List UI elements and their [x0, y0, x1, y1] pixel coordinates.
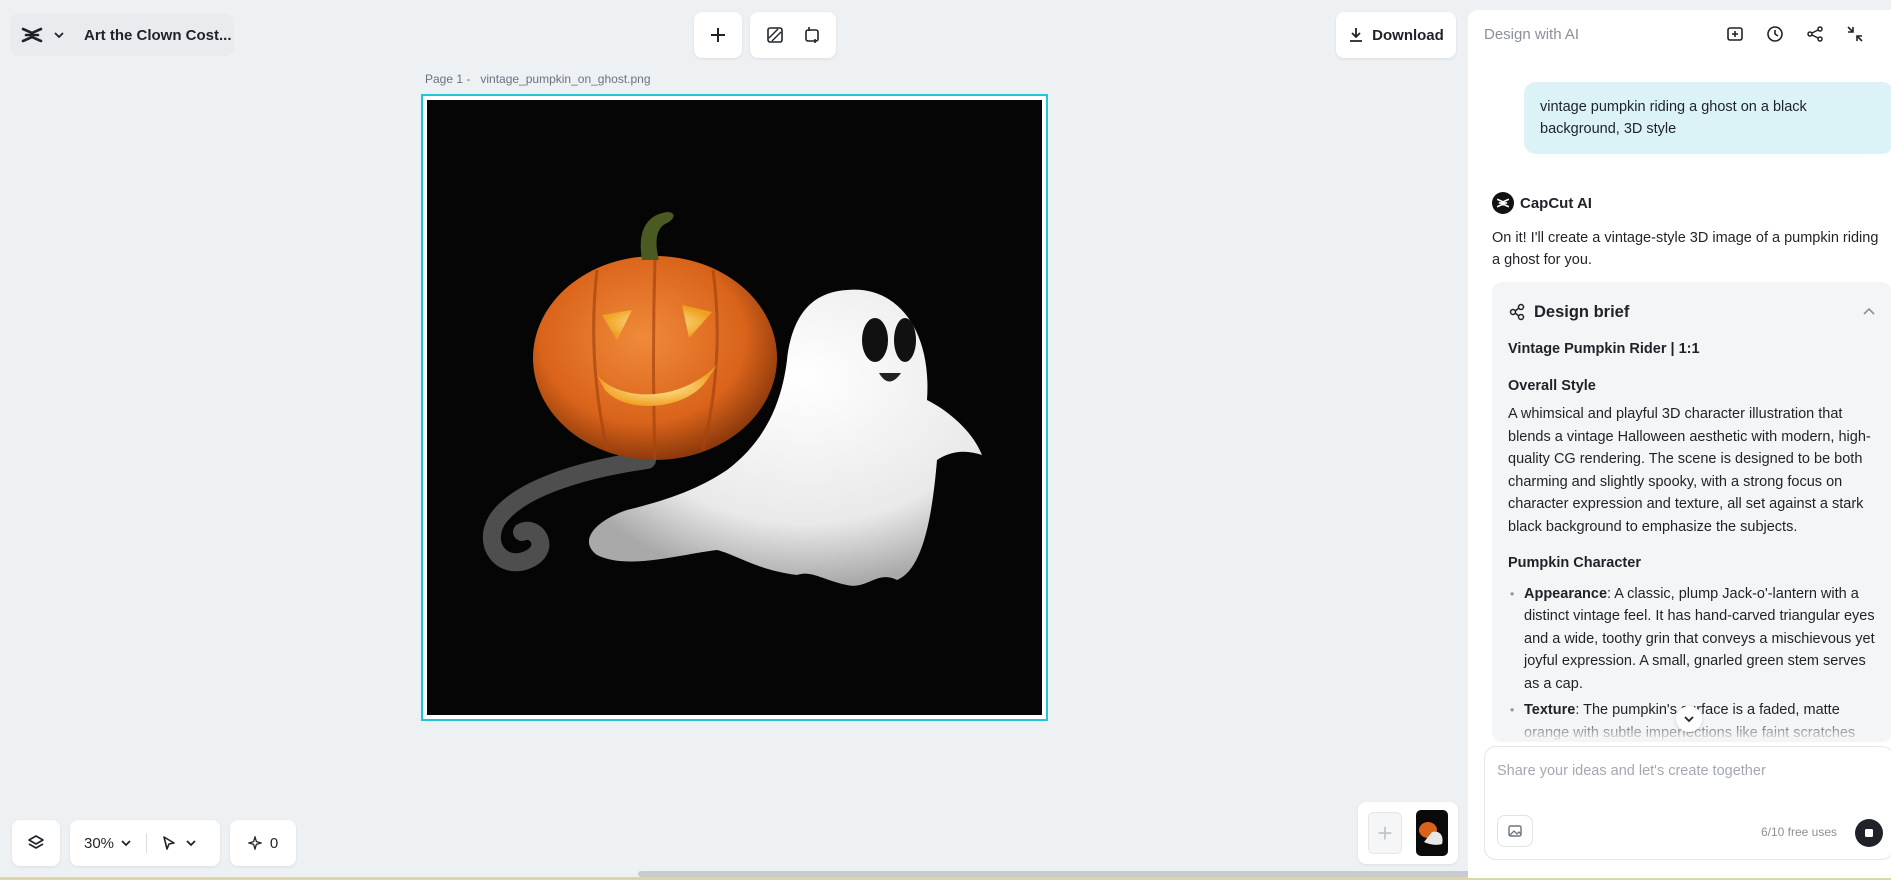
capcut-ai-avatar-icon	[1492, 192, 1514, 214]
download-icon	[1348, 27, 1364, 43]
brief-icon	[1508, 303, 1526, 321]
plus-icon	[709, 26, 727, 44]
image-tools	[750, 12, 836, 58]
history-button[interactable]	[1755, 16, 1795, 52]
new-chat-button[interactable]	[1715, 16, 1755, 52]
page-thumbnails: +	[1358, 802, 1458, 864]
design-brief-body: Vintage Pumpkin Rider | 1:1 Overall Styl…	[1492, 338, 1891, 742]
resize-canvas-icon	[803, 26, 821, 44]
overall-style-text: A whimsical and playful 3D character ill…	[1508, 406, 1871, 535]
download-label: Download	[1372, 26, 1444, 44]
project-menu[interactable]: Art the Clown Cost...	[10, 14, 234, 56]
chevron-up-icon[interactable]	[1862, 305, 1876, 319]
user-message: vintage pumpkin riding a ghost on a blac…	[1524, 82, 1891, 154]
ai-sender: CapCut AI	[1492, 192, 1592, 214]
chevron-down-icon[interactable]	[50, 26, 68, 44]
zoom-level[interactable]: 30%	[84, 835, 114, 852]
chevron-down-icon	[1683, 713, 1695, 725]
image-upload-icon	[1507, 823, 1523, 839]
brief-subtitle: Vintage Pumpkin Rider | 1:1	[1508, 341, 1700, 357]
list-item-label: Appearance	[1524, 585, 1608, 602]
pumpkin-character-heading: Pumpkin Character	[1508, 555, 1641, 571]
page-number: Page 1 -	[425, 72, 471, 86]
ai-name-label: CapCut AI	[1520, 194, 1592, 212]
share-icon	[1806, 25, 1824, 43]
panel-header: Design with AI	[1468, 10, 1891, 58]
cursor-icon[interactable]	[161, 835, 177, 851]
page-label: Page 1 - vintage_pumpkin_on_ghost.png	[425, 72, 661, 86]
cursor-chevron-icon[interactable]	[185, 837, 197, 849]
pumpkin-ghost-image[interactable]	[427, 100, 1042, 715]
chat-input[interactable]	[1497, 763, 1877, 793]
history-icon	[1766, 25, 1784, 43]
zoom-controls: 30%	[70, 820, 220, 866]
layers-button[interactable]	[12, 820, 60, 866]
file-name: vintage_pumpkin_on_ghost.png	[480, 72, 651, 86]
list-item: Appearance: A classic, plump Jack-o'-lan…	[1508, 583, 1876, 696]
layers-icon	[27, 834, 45, 852]
panel-title: Design with AI	[1484, 25, 1580, 43]
collapse-panel-button[interactable]	[1835, 16, 1875, 52]
share-button[interactable]	[1795, 16, 1835, 52]
sparkle-icon	[247, 836, 262, 850]
scroll-down-button[interactable]	[1676, 706, 1702, 732]
collapse-icon	[1846, 25, 1864, 43]
stop-icon	[1864, 828, 1874, 838]
project-title[interactable]: Art the Clown Cost...	[84, 27, 232, 44]
erase-background-button[interactable]	[759, 19, 791, 51]
credits-counter[interactable]: 0	[230, 820, 296, 866]
design-brief-card: Design brief Vintage Pumpkin Rider | 1:1…	[1492, 282, 1891, 742]
page-thumbnail[interactable]	[1416, 810, 1448, 856]
stop-generation-button[interactable]	[1855, 819, 1883, 847]
overall-style-heading: Overall Style	[1508, 377, 1596, 394]
upload-image-button[interactable]	[1497, 815, 1533, 847]
design-brief-header[interactable]: Design brief	[1492, 282, 1891, 326]
capcut-logo-icon	[18, 21, 46, 49]
credits-count: 0	[269, 834, 279, 852]
download-button[interactable]: Download	[1336, 12, 1456, 58]
resize-canvas-button[interactable]	[796, 19, 828, 51]
ai-panel: Design with AI vintage pumpkin riding a …	[1468, 10, 1891, 878]
add-page-button[interactable]: +	[1368, 812, 1402, 854]
zoom-chevron-icon[interactable]	[120, 837, 132, 849]
ai-message: On it! I'll create a vintage-style 3D im…	[1492, 230, 1879, 268]
add-element-button[interactable]	[694, 12, 742, 58]
design-brief-title: Design brief	[1534, 302, 1630, 321]
new-chat-icon	[1726, 25, 1744, 43]
chat-input-box: 6/10 free uses	[1484, 746, 1891, 860]
design-canvas[interactable]	[421, 94, 1048, 721]
erase-background-icon	[766, 26, 784, 44]
free-uses-count: 6/10 free uses	[1760, 825, 1837, 839]
divider	[146, 833, 148, 853]
